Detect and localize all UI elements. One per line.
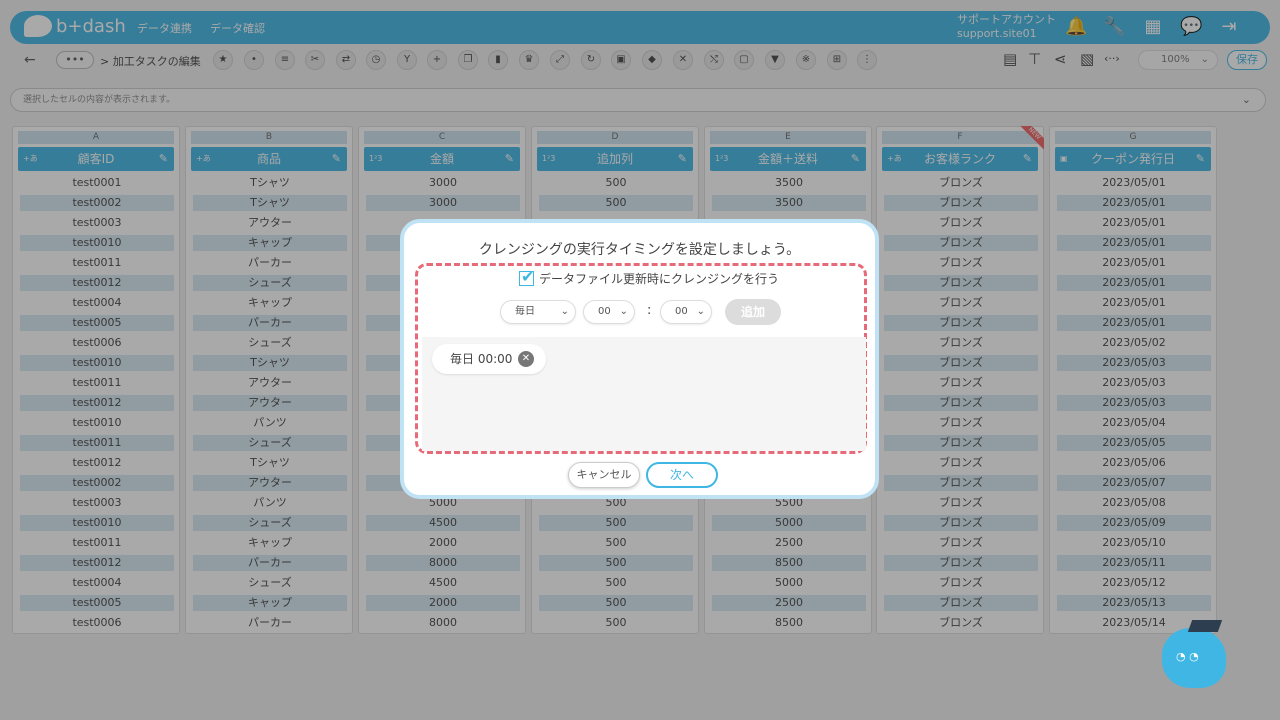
cancel-button[interactable]: キャンセル (568, 462, 640, 488)
chevron-down-icon: ⌄ (696, 306, 705, 317)
hour-value: 00 (598, 306, 611, 317)
remove-schedule-icon[interactable]: ✕ (518, 351, 534, 367)
time-separator: : (647, 303, 652, 318)
checkbox-label: データファイル更新時にクレンジングを行う (539, 272, 780, 286)
hour-select[interactable]: 00 ⌄ (583, 300, 635, 324)
frequency-value: 毎日 (515, 306, 535, 317)
chevron-down-icon: ⌄ (560, 306, 569, 317)
schedule-dialog: クレンジングの実行タイミングを設定しましょう。 ✔ データファイル更新時にクレン… (400, 219, 879, 499)
mascot-face: ◔ ◔ (1176, 650, 1199, 663)
checkbox-box[interactable]: ✔ (519, 267, 534, 286)
minute-value: 00 (675, 306, 688, 317)
dialog-title: クレンジングの実行タイミングを設定しましょう。 (478, 242, 801, 258)
minute-select[interactable]: 00 ⌄ (660, 300, 712, 324)
schedule-chip-label: 毎日 00:00 (450, 352, 513, 366)
add-schedule-button[interactable]: 追加 (725, 299, 781, 325)
check-icon: ✔ (521, 267, 535, 286)
next-button[interactable]: 次へ (646, 462, 718, 488)
frequency-select[interactable]: 毎日 ⌄ (500, 300, 576, 324)
chevron-down-icon: ⌄ (619, 306, 628, 317)
update-cleansing-checkbox[interactable]: ✔ データファイル更新時にクレンジングを行う (519, 267, 780, 287)
mascot-helper-icon[interactable]: ◔ ◔ (1162, 620, 1226, 688)
graduation-cap-icon (1187, 620, 1223, 632)
schedule-chip: 毎日 00:00 ✕ (432, 344, 546, 374)
